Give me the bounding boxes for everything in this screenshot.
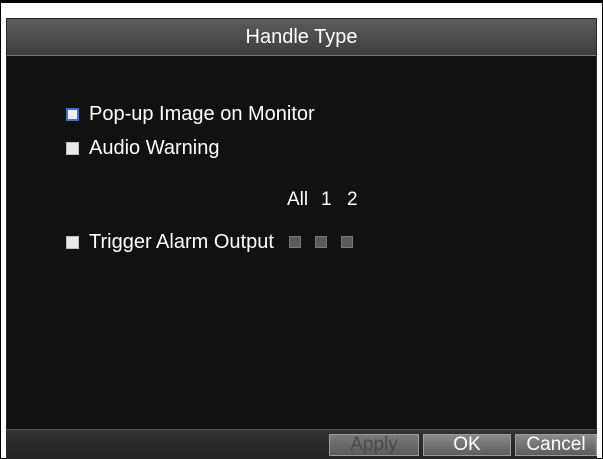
cancel-button[interactable]: Cancel — [515, 434, 597, 456]
output-all-checkbox[interactable] — [289, 236, 301, 248]
header-2: 2 — [347, 189, 358, 210]
ok-button[interactable]: OK — [423, 434, 511, 456]
apply-button[interactable]: Apply — [329, 434, 419, 456]
handle-type-dialog: Handle Type Pop-up Image on Monitor Audi… — [6, 18, 597, 459]
dialog-content: Pop-up Image on Monitor Audio Warning Al… — [7, 55, 596, 431]
dialog-title: Handle Type — [7, 19, 596, 56]
audio-checkbox[interactable] — [66, 142, 79, 155]
header-1: 1 — [321, 189, 332, 210]
trigger-option[interactable]: Trigger Alarm Output — [66, 231, 274, 254]
popup-label: Pop-up Image on Monitor — [89, 103, 315, 125]
output-2-checkbox[interactable] — [341, 236, 353, 248]
trigger-label: Trigger Alarm Output — [89, 231, 274, 253]
trigger-checkbox[interactable] — [66, 236, 79, 249]
output-1-checkbox[interactable] — [315, 236, 327, 248]
popup-option[interactable]: Pop-up Image on Monitor — [66, 103, 315, 126]
dialog-buttonbar: Apply OK Cancel — [7, 429, 597, 458]
audio-option[interactable]: Audio Warning — [66, 137, 219, 160]
popup-checkbox[interactable] — [66, 108, 79, 121]
header-all: All — [287, 189, 309, 210]
audio-label: Audio Warning — [89, 137, 220, 159]
top-divider — [0, 0, 603, 3]
